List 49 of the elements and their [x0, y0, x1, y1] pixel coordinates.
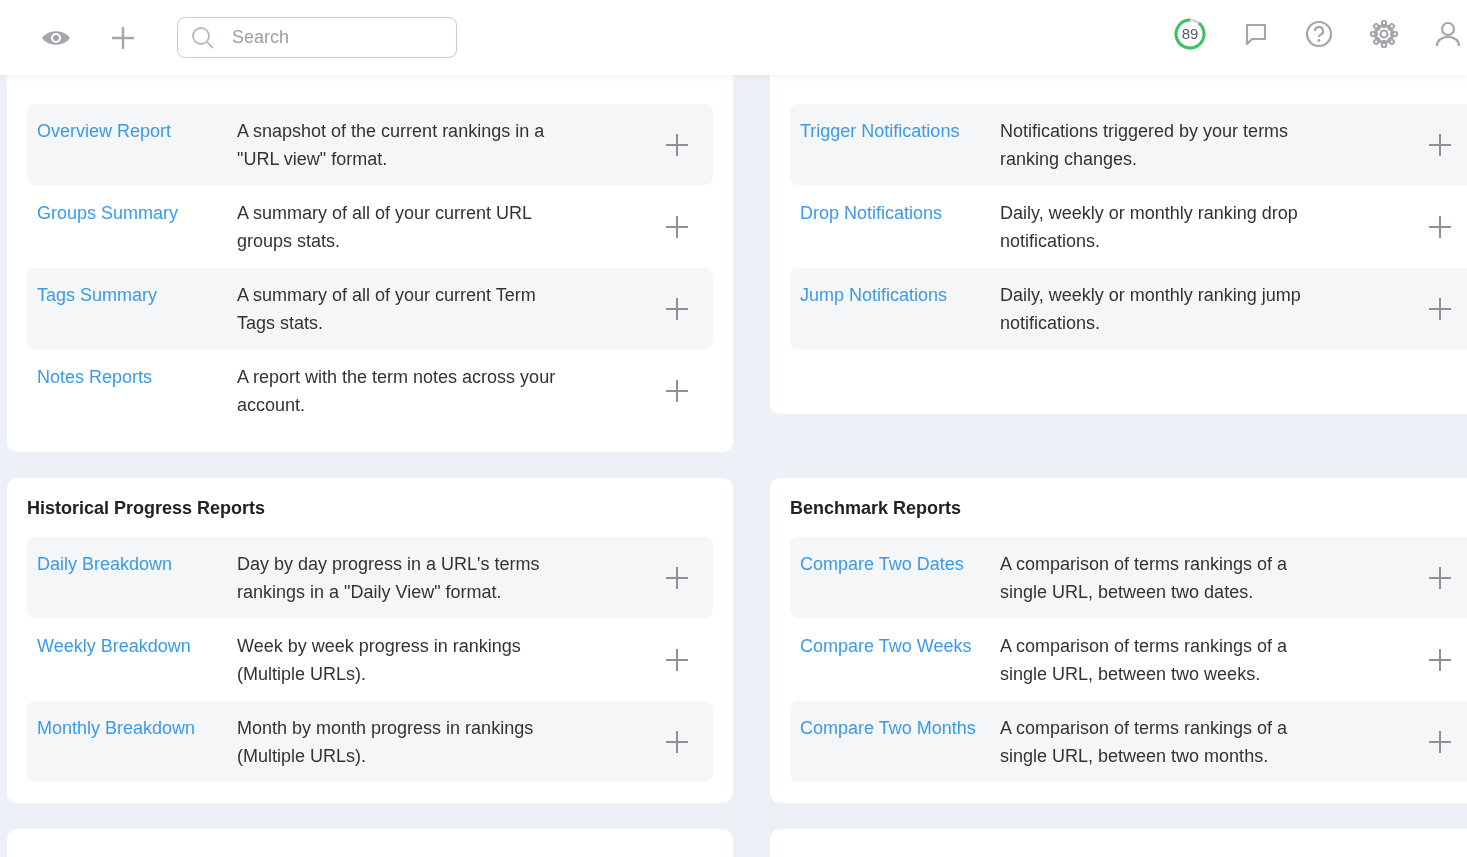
- report-description: Month by month progress in rankings (Multiple URLs).: [237, 716, 535, 768]
- add-icon[interactable]: [665, 214, 689, 239]
- report-link[interactable]: Compare Two Dates: [800, 551, 1000, 577]
- report-description: A summary of all of your current Term Tags stats.: [237, 283, 537, 335]
- report-description: A comparison of terms rankings of a single URL, between two weeks.: [1000, 634, 1289, 686]
- report-description: A snapshot of the current rankings in a "URL view" format.: [237, 119, 546, 171]
- add-icon[interactable]: [665, 132, 689, 157]
- search-icon: [191, 26, 215, 50]
- chat-icon[interactable]: [1244, 21, 1268, 46]
- report-link[interactable]: Tags Summary: [37, 282, 237, 308]
- add-icon[interactable]: [1428, 729, 1452, 754]
- add-icon[interactable]: [665, 647, 689, 672]
- report-link[interactable]: Weekly Breakdown: [37, 633, 237, 659]
- report-description: Day by day progress in a URL's terms rankings in a "Daily View" format.: [237, 552, 541, 604]
- add-icon[interactable]: [1428, 296, 1452, 321]
- report-description: A comparison of terms rankings of a single URL, between two dates.: [1000, 552, 1289, 604]
- report-link[interactable]: Daily Breakdown: [37, 551, 237, 577]
- report-description: Daily, weekly or monthly ranking drop notifications.: [1000, 201, 1299, 253]
- add-icon[interactable]: [665, 378, 689, 403]
- report-link[interactable]: Notes Reports: [37, 364, 237, 390]
- report-link[interactable]: Compare Two Weeks: [800, 633, 1000, 659]
- report-link[interactable]: Compare Two Months: [800, 715, 1000, 741]
- user-icon[interactable]: [1435, 20, 1461, 47]
- report-link[interactable]: Overview Report: [37, 118, 237, 144]
- report-link[interactable]: Groups Summary: [37, 200, 237, 226]
- report-description: A comparison of terms rankings of a single URL, between two months.: [1000, 716, 1289, 768]
- add-icon[interactable]: [1428, 565, 1452, 590]
- add-icon[interactable]: [1428, 132, 1452, 157]
- report-description: A summary of all of your current URL groups stats.: [237, 201, 533, 253]
- report-description: Daily, weekly or monthly ranking jump notifications.: [1000, 283, 1302, 335]
- score-ring[interactable]: 89: [1173, 16, 1207, 51]
- add-icon[interactable]: [1428, 214, 1452, 239]
- report-link[interactable]: Drop Notifications: [800, 200, 1000, 226]
- plus-icon[interactable]: [111, 25, 135, 50]
- add-icon[interactable]: [665, 729, 689, 754]
- section-title: Historical Progress Reports: [27, 497, 267, 520]
- add-icon[interactable]: [1428, 647, 1452, 672]
- add-icon[interactable]: [665, 296, 689, 321]
- search-field[interactable]: Search: [177, 17, 457, 58]
- report-link[interactable]: Trigger Notifications: [800, 118, 1000, 144]
- report-description: A report with the term notes across your account.: [237, 365, 557, 417]
- report-link[interactable]: Jump Notifications: [800, 282, 1000, 308]
- section-title: Benchmark Reports: [790, 497, 963, 520]
- report-description: Notifications triggered by your terms ranking changes.: [1000, 119, 1290, 171]
- add-icon[interactable]: [665, 565, 689, 590]
- report-link[interactable]: Monthly Breakdown: [37, 715, 237, 741]
- help-icon[interactable]: [1305, 19, 1333, 48]
- report-description: Week by week progress in rankings (Multiple URLs).: [237, 634, 522, 686]
- settings-icon[interactable]: [1370, 19, 1398, 48]
